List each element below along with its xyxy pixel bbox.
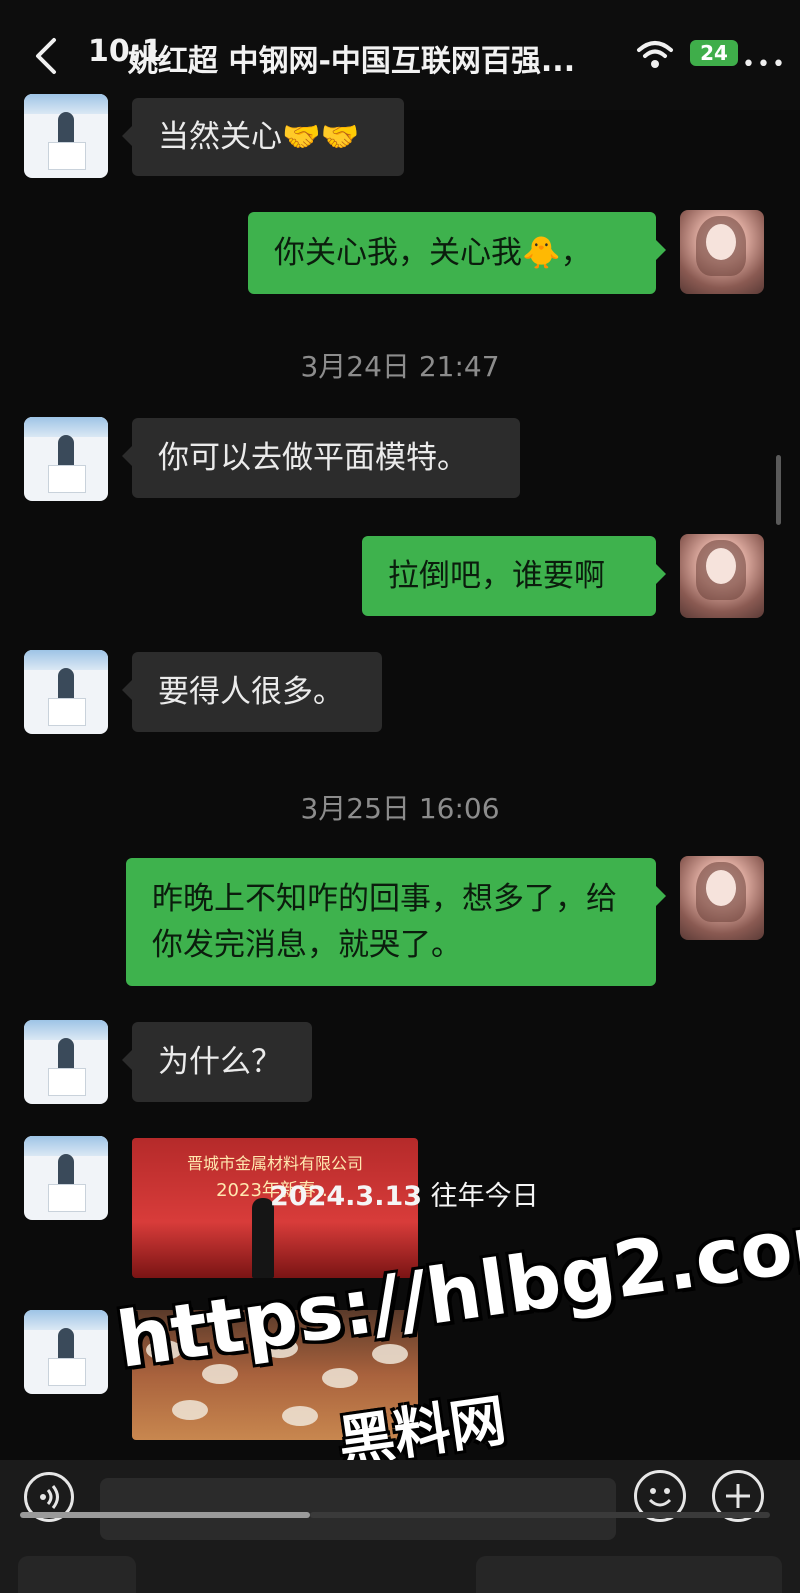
chat-title[interactable]: 姚红超 中钢网-中国互联网百强... — [128, 36, 628, 80]
wifi-icon — [637, 41, 673, 68]
outgoing-message[interactable]: 昨晚上不知咋的回事，想多了，给你发完消息，就哭了。 — [126, 858, 666, 986]
keyboard-strip-left — [18, 1556, 136, 1593]
chevron-left-icon[interactable] — [28, 34, 68, 78]
memory-label: 2024.3.13 往年今日 — [270, 1174, 539, 1213]
incoming-message[interactable]: 当然关心🤝🤝 — [122, 98, 404, 176]
home-indicator-track — [310, 1512, 770, 1518]
self-avatar[interactable] — [680, 856, 764, 940]
incoming-message[interactable]: 要得人很多。 — [122, 652, 382, 732]
chat-header: 10:1 姚红超 中钢网-中国互联网百强... 24 ••• — [0, 0, 800, 110]
outgoing-message[interactable]: 拉倒吧，谁要啊 — [362, 536, 666, 616]
incoming-message[interactable]: 你可以去做平面模特。 — [122, 418, 520, 498]
timestamp: 3月24日 21:47 — [300, 350, 500, 383]
memory-date: 2024.3.13 — [270, 1181, 423, 1212]
outgoing-message[interactable]: 你关心我，关心我🐥， — [248, 212, 666, 294]
self-avatar[interactable] — [680, 210, 764, 294]
timestamp: 3月25日 16:06 — [300, 792, 500, 825]
self-avatar[interactable] — [680, 534, 764, 618]
more-icon[interactable]: ••• — [742, 52, 787, 77]
contact-avatar[interactable] — [24, 1310, 108, 1394]
contact-avatar[interactable] — [24, 417, 108, 501]
scrollbar[interactable] — [776, 455, 781, 525]
battery-indicator: 24 — [690, 40, 738, 66]
contact-avatar[interactable] — [24, 650, 108, 734]
keyboard-strip-right — [476, 1556, 782, 1593]
contact-avatar[interactable] — [24, 1136, 108, 1220]
memory-text: 往年今日 — [430, 1181, 539, 1212]
home-indicator — [20, 1512, 310, 1518]
contact-avatar[interactable] — [24, 1020, 108, 1104]
image-caption: 晋城市金属材料有限公司 — [186, 1154, 363, 1173]
contact-avatar[interactable] — [24, 94, 108, 178]
incoming-message[interactable]: 为什么？ — [122, 1022, 312, 1102]
message-input[interactable] — [100, 1478, 616, 1540]
